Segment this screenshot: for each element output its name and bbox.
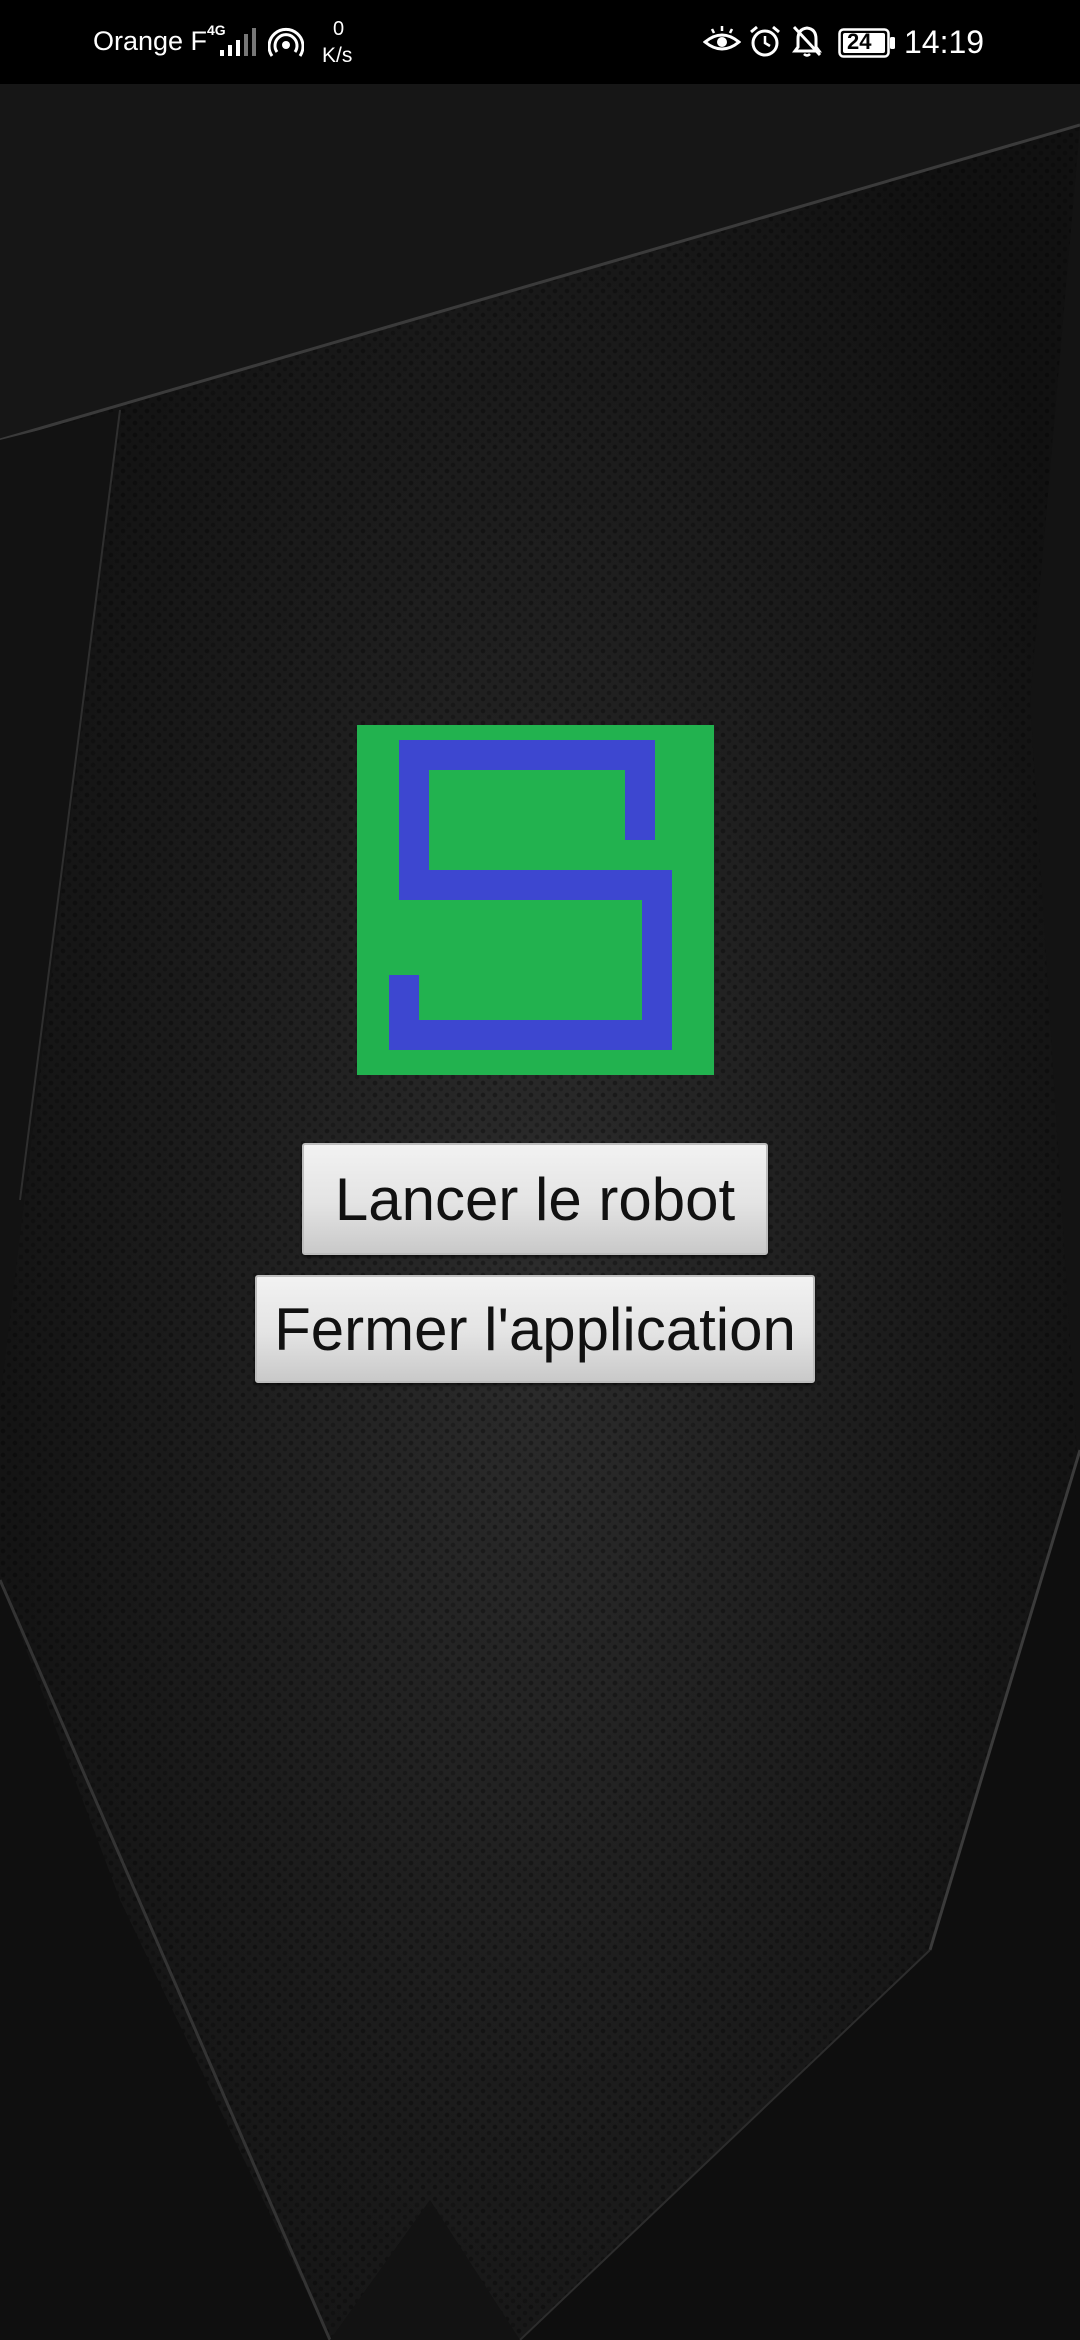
alarm-icon	[750, 25, 780, 57]
network-speed-unit: K/s	[322, 44, 353, 67]
status-bar: Orange F 4G 0 K/s 24 14:19	[0, 0, 1080, 84]
battery-level: 24	[847, 29, 872, 54]
close-app-button[interactable]: Fermer l'application	[255, 1275, 815, 1383]
app-logo	[357, 725, 714, 1075]
signal-icon	[220, 28, 256, 56]
eye-comfort-icon	[703, 26, 741, 51]
clock: 14:19	[904, 24, 985, 60]
network-speed-value: 0	[333, 18, 345, 40]
carrier-name: Orange F	[93, 26, 208, 56]
app-screen: Orange F 4G 0 K/s 24 14:19 Lancer le rob…	[0, 0, 1080, 2340]
logo-letter-s-icon	[389, 740, 672, 1050]
notifications-off-icon	[792, 25, 822, 57]
launch-robot-button[interactable]: Lancer le robot	[302, 1143, 768, 1255]
hotspot-icon	[268, 27, 304, 57]
